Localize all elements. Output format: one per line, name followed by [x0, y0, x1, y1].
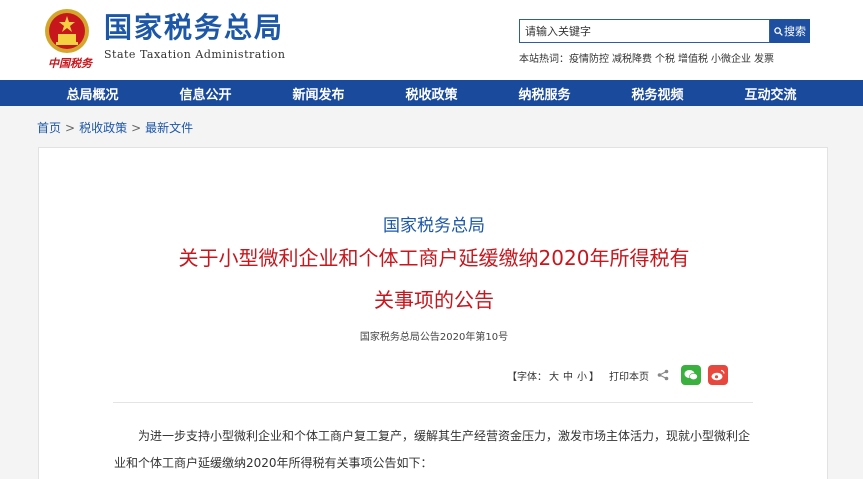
- search-button-label: 搜索: [784, 25, 806, 38]
- hot-words: 本站热词：疫情防控 减税降费 个税 增值税 小微企业 发票: [519, 50, 777, 65]
- search-input[interactable]: [519, 19, 770, 43]
- content-divider: [113, 402, 753, 403]
- font-size-close: 】: [589, 371, 599, 383]
- share-icon[interactable]: [657, 369, 669, 381]
- font-medium-button[interactable]: 中: [563, 372, 573, 383]
- nav-item-overview[interactable]: 总局概况: [36, 80, 149, 106]
- breadcrumb-policy[interactable]: 税收政策: [79, 121, 127, 135]
- nav-item-policy[interactable]: 税收政策: [375, 80, 488, 106]
- main-nav: 总局概况 信息公开 新闻发布 税收政策 纳税服务 税务视频 互动交流: [0, 80, 863, 106]
- article-issuer: 国家税务总局: [383, 216, 485, 236]
- document-number: 国家税务总局公告2020年第10号: [359, 332, 509, 343]
- article-tools: 【字体：大中小】 打印本页: [507, 364, 728, 386]
- article-title-line2: 关事项的公告: [374, 288, 494, 312]
- nav-item-news[interactable]: 新闻发布: [262, 80, 375, 106]
- hot-word[interactable]: 个税: [655, 54, 675, 65]
- breadcrumb-separator: >: [131, 121, 142, 135]
- nav-item-video[interactable]: 税务视频: [601, 80, 714, 106]
- hot-word[interactable]: 疫情防控: [569, 54, 609, 65]
- calligraphy-logo: 中国税务: [48, 57, 92, 70]
- font-large-button[interactable]: 大: [549, 372, 559, 383]
- article-panel: 国家税务总局 关于小型微利企业和个体工商户延缓缴纳2020年所得税有 关事项的公…: [38, 147, 828, 479]
- article-title-line1: 关于小型微利企业和个体工商户延缓缴纳2020年所得税有: [178, 246, 690, 270]
- font-small-button[interactable]: 小: [577, 372, 587, 383]
- nav-item-service[interactable]: 纳税服务: [488, 80, 601, 106]
- search-button[interactable]: 搜索: [770, 19, 810, 43]
- nav-item-interaction[interactable]: 互动交流: [714, 80, 827, 106]
- hot-word[interactable]: 发票: [754, 54, 774, 65]
- breadcrumb-separator: >: [65, 121, 76, 135]
- site-title[interactable]: 国家税务总局: [104, 10, 284, 46]
- site-header: 中国税务 国家税务总局 State Taxation Administratio…: [0, 0, 863, 80]
- search-icon: [774, 26, 783, 36]
- national-emblem-icon[interactable]: [44, 8, 90, 54]
- breadcrumb-home[interactable]: 首页: [37, 121, 61, 135]
- weibo-icon[interactable]: [708, 365, 728, 385]
- breadcrumb-latest[interactable]: 最新文件: [145, 121, 193, 135]
- print-button[interactable]: 打印本页: [609, 368, 649, 383]
- site-subtitle: State Taxation Administration: [104, 48, 286, 61]
- hot-word[interactable]: 小微企业: [711, 54, 751, 65]
- font-size-control: 【字体：大中小】: [507, 368, 599, 383]
- article-body: 为进一步支持小型微利企业和个体工商户复工复产，缓解其生产经营资金压力，激发市场主…: [114, 429, 751, 470]
- hot-words-label: 本站热词：: [519, 54, 569, 65]
- breadcrumb: 首页 > 税收政策 > 最新文件: [37, 119, 193, 136]
- wechat-icon[interactable]: [681, 365, 701, 385]
- hot-word[interactable]: 增值税: [678, 54, 708, 65]
- nav-item-disclosure[interactable]: 信息公开: [149, 80, 262, 106]
- font-size-label: 【字体：: [507, 371, 547, 383]
- hot-word[interactable]: 减税降费: [612, 54, 652, 65]
